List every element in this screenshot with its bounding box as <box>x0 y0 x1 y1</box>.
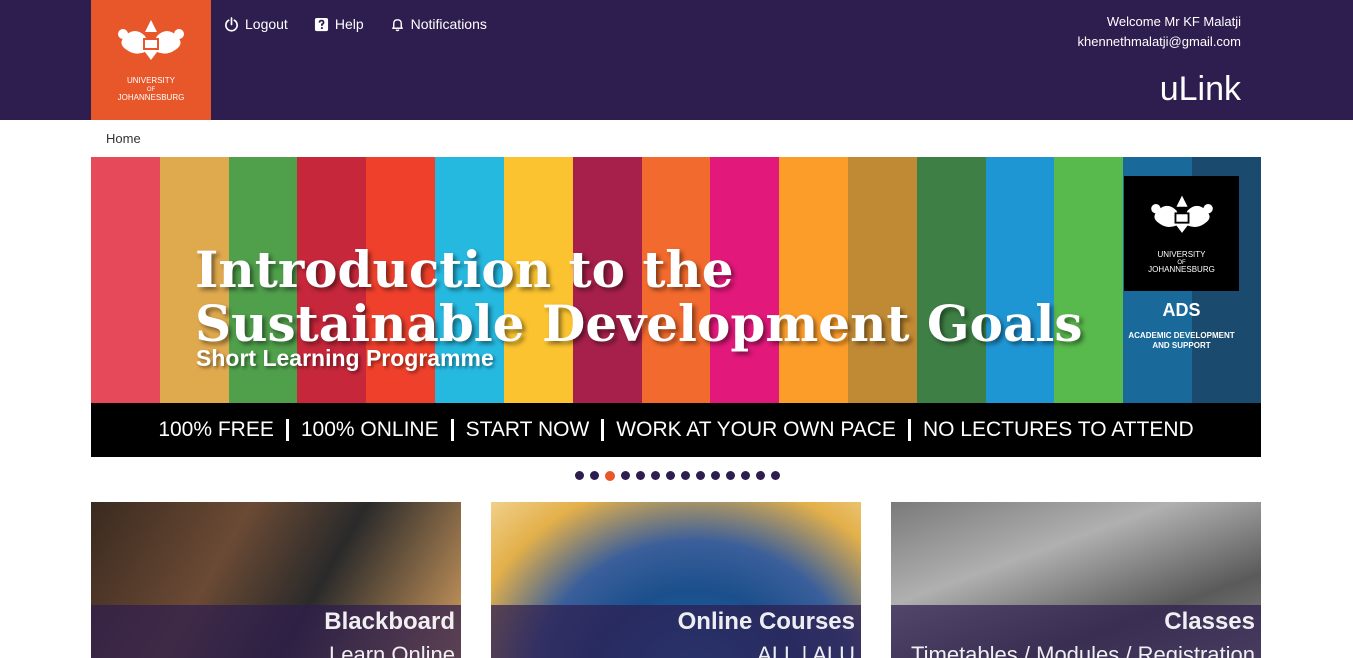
banner-subtitle: Short Learning Programme <box>196 345 494 371</box>
breadcrumb-home[interactable]: Home <box>106 131 141 146</box>
banner-feature-bar: 100% FREE 100% ONLINE START NOW WORK AT … <box>91 403 1261 457</box>
card-title: Classes <box>1164 608 1255 635</box>
ads-logo-line3: JOHANNESBURG <box>1148 265 1215 274</box>
carousel-indicators <box>575 470 780 481</box>
carousel-dot[interactable] <box>696 471 705 480</box>
card-subtitle: Learn Online <box>329 642 455 658</box>
carousel-dot[interactable] <box>666 471 675 480</box>
notifications-link[interactable]: Notifications <box>390 16 487 32</box>
university-logo[interactable]: UNIVERSITY OF JOHANNESBURG <box>91 0 211 120</box>
app-brand: uLink <box>1159 70 1241 108</box>
card-title: Online Courses <box>677 608 855 635</box>
card-blackboard[interactable]: Blackboard Learn Online <box>91 502 461 658</box>
logout-label: Logout <box>245 16 288 32</box>
logo-text-line3: JOHANNESBURG <box>117 93 185 102</box>
feature-online: 100% ONLINE <box>300 418 439 441</box>
ads-full-line1: ACADEMIC DEVELOPMENT <box>1128 331 1235 340</box>
top-header: UNIVERSITY OF JOHANNESBURG Logout Help N… <box>0 0 1353 120</box>
ads-name: ADS <box>1162 300 1201 320</box>
card-title: Blackboard <box>324 608 455 635</box>
carousel-dot[interactable] <box>575 471 584 480</box>
banner-title-line2: Sustainable Development Goals <box>195 294 1083 353</box>
card-classes[interactable]: Classes Timetables / Modules / Registrat… <box>891 502 1261 658</box>
feature-divider <box>601 419 605 441</box>
carousel-dot[interactable] <box>621 471 630 480</box>
feature-divider <box>450 419 454 441</box>
carousel-dot[interactable] <box>711 471 720 480</box>
carousel-dot[interactable] <box>726 471 735 480</box>
notifications-label: Notifications <box>410 16 487 32</box>
carousel-dot[interactable] <box>651 471 660 480</box>
help-label: Help <box>334 16 364 32</box>
feature-divider <box>285 419 289 441</box>
card-subtitle: ALL | ALU <box>757 642 855 658</box>
feature-own-pace: WORK AT YOUR OWN PACE <box>616 418 896 441</box>
banner-title: Introduction to the Sustainable Developm… <box>195 243 1083 351</box>
carousel-dot[interactable] <box>756 471 765 480</box>
logo-text-line1: UNIVERSITY <box>126 76 175 85</box>
promo-banner[interactable]: Introduction to the Sustainable Developm… <box>91 157 1261 457</box>
ads-logo: UNIVERSITY OF JOHANNESBURG <box>1124 176 1239 291</box>
ads-full-line2: AND SUPPORT <box>1152 341 1211 350</box>
card-subtitle: Timetables / Modules / Registration <box>911 642 1255 658</box>
card-online-courses[interactable]: Online Courses ALL | ALU <box>491 502 861 658</box>
welcome-text: Welcome Mr KF Malatji <box>1106 14 1241 29</box>
power-icon <box>225 16 238 32</box>
user-email: khennethmalatji@gmail.com <box>1077 34 1242 49</box>
uj-emblem-icon <box>1151 195 1213 233</box>
carousel-dot[interactable] <box>741 471 750 480</box>
feature-no-lectures: NO LECTURES TO ATTEND <box>922 418 1194 441</box>
ads-full-name: ACADEMIC DEVELOPMENT AND SUPPORT <box>1124 331 1239 351</box>
feature-start-now: START NOW <box>465 418 590 441</box>
uj-emblem-icon <box>118 20 184 60</box>
carousel-dot[interactable] <box>636 471 645 480</box>
feature-divider <box>907 419 911 441</box>
ads-logo-line1: UNIVERSITY <box>1157 250 1206 259</box>
help-link[interactable]: Help <box>314 16 364 32</box>
carousel-dot[interactable] <box>681 471 690 480</box>
banner-stripe <box>91 157 160 403</box>
carousel-dot[interactable] <box>590 471 599 480</box>
banner-title-line1: Introduction to the <box>195 240 734 299</box>
top-nav: Logout Help Notifications <box>224 16 487 32</box>
feature-free: 100% FREE <box>158 418 274 441</box>
user-info: Welcome Mr KF Malatji khennethmalatji@gm… <box>1078 12 1242 52</box>
bell-icon <box>391 18 403 31</box>
carousel-dot[interactable] <box>605 470 615 481</box>
carousel-dot[interactable] <box>771 471 780 480</box>
help-icon <box>314 17 328 31</box>
logout-link[interactable]: Logout <box>224 16 288 32</box>
